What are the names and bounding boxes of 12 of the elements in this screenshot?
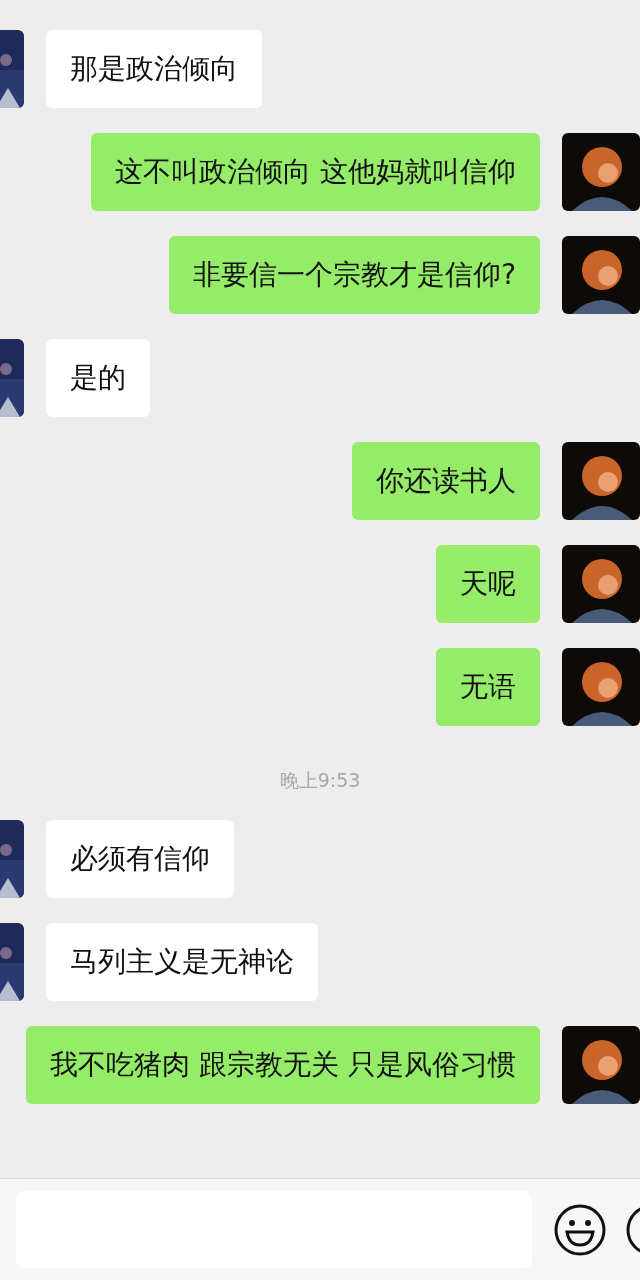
message-bubble: 那是政治倾向	[46, 30, 262, 108]
message-bubble: 非要信一个宗教才是信仰?	[169, 236, 540, 314]
timestamp: 晚上9:53	[279, 768, 361, 793]
emoji-icon[interactable]	[554, 1203, 606, 1256]
message-bubble: 天呢	[436, 545, 540, 623]
message-bubble: 马列主义是无神论	[46, 922, 318, 1001]
message-bubble: 必须有信仰	[46, 819, 234, 898]
message-bubble: 你还读书人	[352, 442, 540, 520]
message-bubble: 这不叫政治倾向 这他妈就叫信仰	[91, 133, 540, 211]
message-bubble: 是的	[46, 339, 150, 417]
message-bubble: 无语	[436, 648, 540, 726]
message-bubble: 我不吃猪肉 跟宗教无关 只是风俗习惯	[26, 1025, 540, 1104]
